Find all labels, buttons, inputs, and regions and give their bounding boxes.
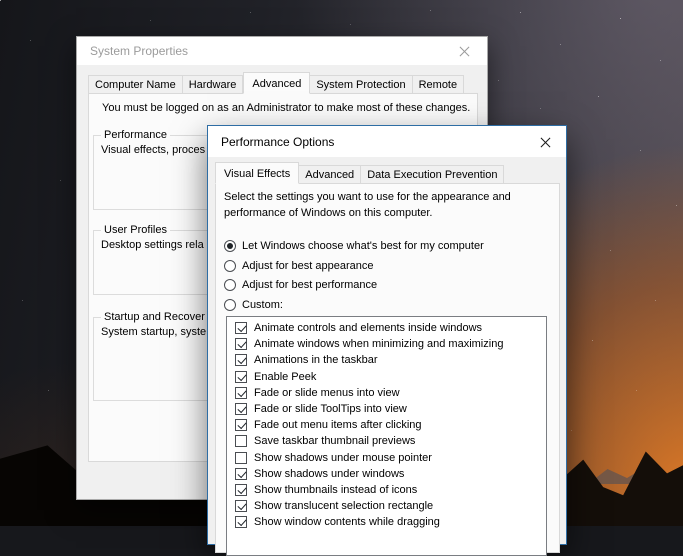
checkbox-label: Animate controls and elements inside win… xyxy=(254,322,482,334)
stars-decoration xyxy=(0,0,1,1)
system-properties-tabs: Computer Name Hardware Advanced System P… xyxy=(88,72,464,94)
radio-button-icon[interactable] xyxy=(224,279,236,291)
tab-advanced[interactable]: Advanced xyxy=(243,72,310,94)
list-item[interactable]: Fade or slide ToolTips into view xyxy=(227,401,546,417)
list-item[interactable]: Save taskbar thumbnail previews xyxy=(227,433,546,449)
radio-button-icon[interactable] xyxy=(224,240,236,252)
list-item[interactable]: Show translucent selection rectangle xyxy=(227,498,546,514)
tab-system-protection[interactable]: System Protection xyxy=(310,75,412,94)
startup-recovery-group-label: Startup and Recover xyxy=(101,311,208,323)
tab-remote[interactable]: Remote xyxy=(413,75,465,94)
radio-label: Adjust for best appearance xyxy=(242,260,373,272)
list-item[interactable]: Fade out menu items after clicking xyxy=(227,417,546,433)
checkbox-label: Animate windows when minimizing and maxi… xyxy=(254,338,503,350)
checkbox-icon[interactable] xyxy=(235,484,247,496)
description-line1: Select the settings you want to use for … xyxy=(224,191,511,203)
checkbox-label: Animations in the taskbar xyxy=(254,354,378,366)
list-item[interactable]: Fade or slide menus into view xyxy=(227,385,546,401)
user-profiles-group-text: Desktop settings rela xyxy=(101,239,204,251)
tab-data-execution-prevention[interactable]: Data Execution Prevention xyxy=(361,165,504,184)
checkbox-label: Enable Peek xyxy=(254,371,316,383)
tab-advanced[interactable]: Advanced xyxy=(299,165,361,184)
list-item[interactable]: Show window contents while dragging xyxy=(227,514,546,530)
checkbox-label: Fade or slide menus into view xyxy=(254,387,400,399)
radio-label: Custom: xyxy=(242,299,283,311)
system-properties-titlebar[interactable]: System Properties xyxy=(77,37,487,65)
checkbox-icon[interactable] xyxy=(235,354,247,366)
list-item[interactable]: Enable Peek xyxy=(227,369,546,385)
tab-computer-name[interactable]: Computer Name xyxy=(88,75,183,94)
window-title: Performance Options xyxy=(208,135,334,149)
tab-hardware[interactable]: Hardware xyxy=(183,75,244,94)
checkbox-label: Show shadows under windows xyxy=(254,468,404,480)
radio-best-appearance[interactable]: Adjust for best appearance xyxy=(224,258,373,273)
checkbox-label: Fade or slide ToolTips into view xyxy=(254,403,407,415)
close-icon xyxy=(539,136,552,149)
close-button[interactable] xyxy=(449,41,479,61)
radio-label: Let Windows choose what's best for my co… xyxy=(242,240,484,252)
performance-options-tabs: Visual Effects Advanced Data Execution P… xyxy=(215,162,504,184)
checkbox-label: Show window contents while dragging xyxy=(254,516,440,528)
performance-options-titlebar[interactable]: Performance Options xyxy=(208,126,566,157)
list-item[interactable]: Show thumbnails instead of icons xyxy=(227,482,546,498)
radio-button-icon[interactable] xyxy=(224,260,236,272)
list-item[interactable]: Animate controls and elements inside win… xyxy=(227,320,546,336)
performance-group-text: Visual effects, proces xyxy=(101,144,205,156)
checkbox-icon[interactable] xyxy=(235,403,247,415)
close-button[interactable] xyxy=(530,132,560,152)
checkbox-icon[interactable] xyxy=(235,419,247,431)
checkbox-icon[interactable] xyxy=(235,452,247,464)
list-item[interactable]: Animate windows when minimizing and maxi… xyxy=(227,336,546,352)
startup-recovery-group-text: System startup, syste xyxy=(101,326,206,338)
checkbox-icon[interactable] xyxy=(235,371,247,383)
list-item[interactable]: Show shadows under mouse pointer xyxy=(227,450,546,466)
visual-effects-list[interactable]: Animate controls and elements inside win… xyxy=(226,316,547,556)
list-item[interactable]: Animations in the taskbar xyxy=(227,352,546,368)
checkbox-icon[interactable] xyxy=(235,516,247,528)
checkbox-icon[interactable] xyxy=(235,500,247,512)
performance-group-label: Performance xyxy=(101,129,170,141)
admin-notice: You must be logged on as an Administrato… xyxy=(102,102,470,114)
checkbox-label: Show thumbnails instead of icons xyxy=(254,484,417,496)
window-title: System Properties xyxy=(77,44,188,58)
user-profiles-group-label: User Profiles xyxy=(101,224,170,236)
checkbox-label: Save taskbar thumbnail previews xyxy=(254,435,415,447)
radio-button-icon[interactable] xyxy=(224,299,236,311)
description-line2: performance of Windows on this computer. xyxy=(224,207,432,219)
checkbox-icon[interactable] xyxy=(235,435,247,447)
checkbox-label: Fade out menu items after clicking xyxy=(254,419,422,431)
checkbox-icon[interactable] xyxy=(235,322,247,334)
radio-label: Adjust for best performance xyxy=(242,279,377,291)
radio-custom[interactable]: Custom: xyxy=(224,297,283,312)
tab-visual-effects[interactable]: Visual Effects xyxy=(215,162,299,184)
performance-options-window: Performance Options Visual Effects Advan… xyxy=(207,125,567,545)
list-item[interactable]: Show shadows under windows xyxy=(227,466,546,482)
checkbox-label: Show shadows under mouse pointer xyxy=(254,452,432,464)
radio-let-windows-choose[interactable]: Let Windows choose what's best for my co… xyxy=(224,238,484,253)
radio-best-performance[interactable]: Adjust for best performance xyxy=(224,277,377,292)
checkbox-label: Show translucent selection rectangle xyxy=(254,500,433,512)
close-icon xyxy=(458,45,471,58)
visual-effects-tab-page: Select the settings you want to use for … xyxy=(215,183,560,553)
checkbox-icon[interactable] xyxy=(235,387,247,399)
checkbox-icon[interactable] xyxy=(235,468,247,480)
checkbox-icon[interactable] xyxy=(235,338,247,350)
